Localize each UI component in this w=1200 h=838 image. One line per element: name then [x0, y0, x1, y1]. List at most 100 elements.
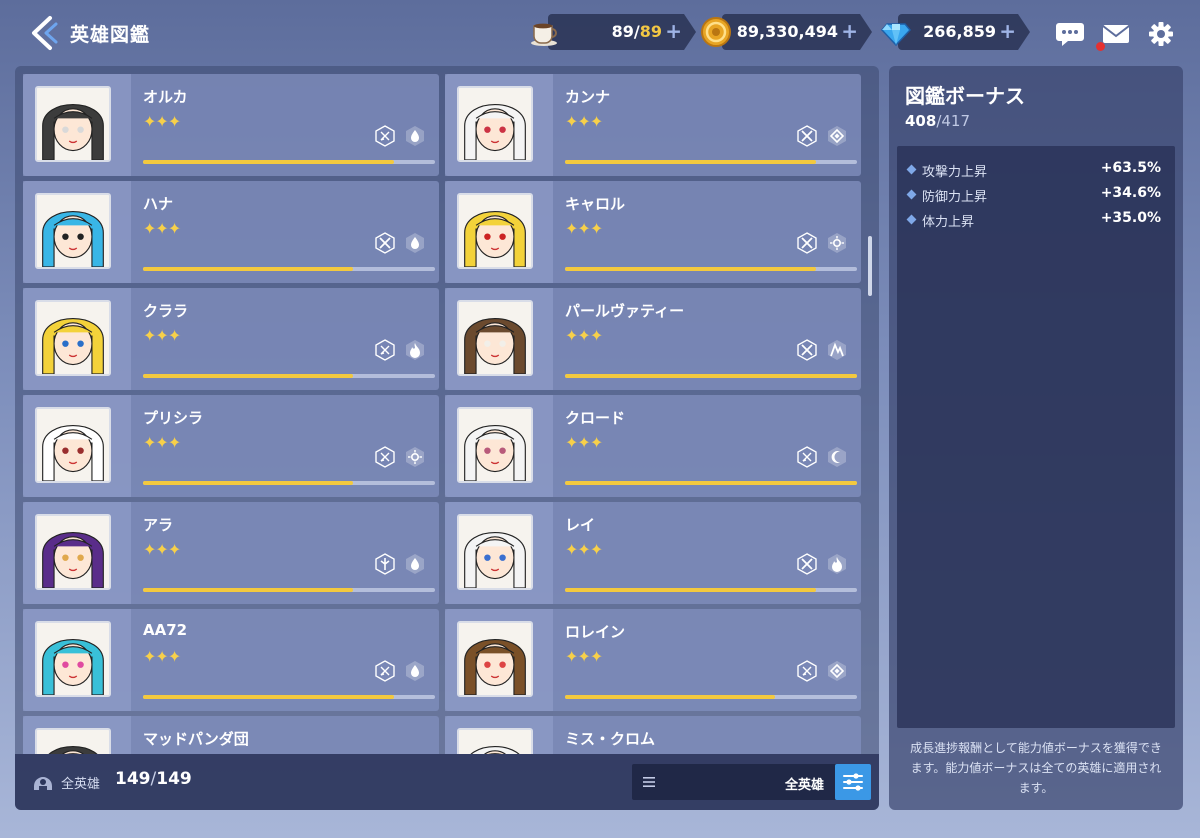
- class-icon: [375, 125, 395, 147]
- growth-progress-bar: [565, 267, 857, 271]
- hero-portrait: [35, 407, 111, 483]
- filter-selected-value: 全英雄: [784, 778, 824, 793]
- portrait-frame: [23, 74, 131, 176]
- gold-counter[interactable]: 89,330,494 +: [722, 14, 872, 50]
- bonus-description: 成長進捗報酬として能力値ボーナスを獲得できます。能力値ボーナスは全ての英雄に適用…: [910, 741, 1162, 795]
- growth-progress-fill: [143, 481, 353, 485]
- bonus-row-attack: 攻撃力上昇 +63.5%: [897, 158, 1175, 182]
- bonus-row-defense: 防御力上昇 +34.6%: [897, 183, 1175, 207]
- hero-card[interactable]: プリシラ ✦✦✦: [23, 395, 439, 497]
- hero-portrait-drawing: [459, 195, 531, 267]
- back-arrow-icon[interactable]: [26, 14, 60, 52]
- star-rating: ✦✦✦: [565, 326, 603, 345]
- hero-card[interactable]: キャロル ✦✦✦: [445, 181, 861, 283]
- hero-count: 149/149: [115, 769, 192, 789]
- add-gold-button[interactable]: +: [841, 19, 858, 43]
- bonus-value: +63.5%: [1100, 160, 1161, 176]
- star-rating: ✦✦✦: [565, 219, 603, 238]
- bullet-diamond-icon: [906, 214, 917, 225]
- portrait-frame: [445, 74, 553, 176]
- growth-progress-bar: [143, 695, 435, 699]
- gem-icon: [881, 23, 911, 47]
- hero-portrait-drawing: [37, 88, 109, 160]
- hero-card[interactable]: オルカ ✦✦✦: [23, 74, 439, 176]
- hero-card[interactable]: アラ ✦✦✦: [23, 502, 439, 604]
- growth-progress-bar: [143, 160, 435, 164]
- hero-card[interactable]: パールヴァティー ✦✦✦: [445, 288, 861, 390]
- star-rating: ✦✦✦: [143, 112, 181, 131]
- portrait-frame: [445, 502, 553, 604]
- hero-name: ロレイン: [565, 623, 626, 641]
- hero-portrait-drawing: [37, 516, 109, 588]
- star-rating: ✦✦✦: [143, 647, 181, 666]
- stamina-counter[interactable]: 89/89 +: [548, 14, 696, 50]
- bonus-label: 体力上昇: [922, 215, 975, 230]
- growth-progress-bar: [565, 695, 857, 699]
- hero-card[interactable]: AA72 ✦✦✦: [23, 609, 439, 711]
- add-gem-button[interactable]: +: [999, 19, 1016, 43]
- gold-value: 89,330,494: [736, 22, 838, 41]
- gem-counter[interactable]: 266,859 +: [898, 14, 1030, 50]
- hero-filter-dropdown[interactable]: 全英雄: [632, 764, 838, 800]
- hero-card[interactable]: ハナ ✦✦✦: [23, 181, 439, 283]
- top-bar: 英雄図鑑 89/89 + 89,330,494 + 266,859 +: [0, 0, 1200, 66]
- star-rating: ✦✦✦: [565, 647, 603, 666]
- sword-class-icon: [375, 232, 395, 254]
- sword-class-icon: [797, 553, 817, 575]
- growth-progress-fill: [565, 160, 816, 164]
- hero-portrait-drawing: [459, 302, 531, 374]
- portrait-frame: [23, 609, 131, 711]
- hero-portrait: [35, 300, 111, 376]
- hero-name: アラ: [143, 516, 174, 534]
- fire-element-icon: [406, 340, 424, 360]
- hero-name: プリシラ: [143, 409, 204, 427]
- portrait-frame: [445, 609, 553, 711]
- hero-card[interactable]: レイ ✦✦✦: [445, 502, 861, 604]
- hero-card[interactable]: ロレイン ✦✦✦: [445, 609, 861, 711]
- mail-notification-dot: [1096, 42, 1105, 51]
- growth-progress-fill: [565, 267, 816, 271]
- mail-icon[interactable]: [1101, 20, 1131, 48]
- hero-portrait: [457, 300, 533, 376]
- water-element-icon: [406, 661, 424, 681]
- hero-portrait-drawing: [459, 516, 531, 588]
- hero-list[interactable]: オルカ ✦✦✦ カンナ ✦✦✦ ハナ ✦✦✦ キャロル ✦✦✦ クララ ✦✦✦ パールヴァティー ✦✦…: [15, 66, 879, 754]
- hero-portrait: [35, 193, 111, 269]
- star-rating: ✦✦✦: [565, 433, 603, 452]
- growth-progress-fill: [565, 588, 816, 592]
- hero-portrait-drawing: [37, 623, 109, 695]
- gear-icon[interactable]: [1146, 20, 1176, 48]
- growth-progress-bar: [565, 481, 857, 485]
- growth-progress-bar: [565, 160, 857, 164]
- hero-portrait: [457, 621, 533, 697]
- hero-portrait: [35, 728, 111, 754]
- class-icon: [797, 660, 817, 682]
- growth-progress-fill: [143, 160, 394, 164]
- sort-settings-button[interactable]: [835, 764, 871, 800]
- hero-helmet-icon: [34, 777, 52, 790]
- hero-portrait: [35, 86, 111, 162]
- chat-icon[interactable]: [1055, 20, 1085, 48]
- hero-portrait: [35, 621, 111, 697]
- hero-card[interactable]: クララ ✦✦✦: [23, 288, 439, 390]
- portrait-frame: [445, 181, 553, 283]
- growth-progress-bar: [143, 481, 435, 485]
- hero-name: マッドパンダ団: [143, 730, 249, 748]
- hero-card[interactable]: カンナ ✦✦✦: [445, 74, 861, 176]
- add-stamina-button[interactable]: +: [665, 19, 682, 43]
- growth-progress-bar: [143, 588, 435, 592]
- hero-portrait-drawing: [459, 409, 531, 481]
- hero-card[interactable]: ミス・クロム: [445, 716, 861, 754]
- hero-name: レイ: [565, 516, 596, 534]
- hero-name: ハナ: [143, 195, 174, 213]
- growth-progress-fill: [143, 374, 353, 378]
- scrollbar-thumb[interactable]: [868, 236, 872, 296]
- moon-element-icon: [828, 447, 846, 467]
- hero-name: クロード: [565, 409, 626, 427]
- bullet-diamond-icon: [906, 189, 917, 200]
- portrait-frame: [23, 502, 131, 604]
- coffee-cup-icon: [531, 23, 557, 46]
- hero-name: パールヴァティー: [565, 302, 685, 320]
- hero-card[interactable]: クロード ✦✦✦: [445, 395, 861, 497]
- hero-card[interactable]: マッドパンダ団: [23, 716, 439, 754]
